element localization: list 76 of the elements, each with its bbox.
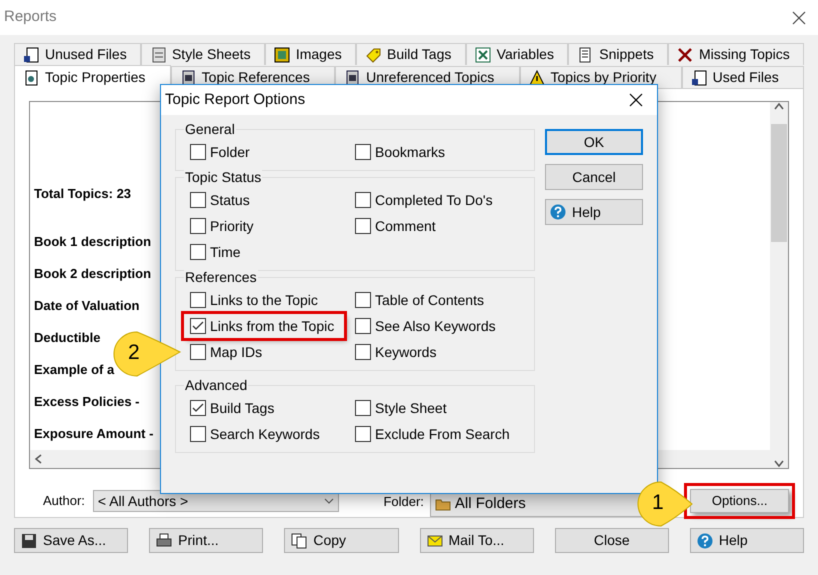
button[interactable]: Cancel	[545, 164, 643, 190]
envelope-icon	[426, 532, 443, 548]
report-line: Deductible	[34, 330, 100, 346]
report-total: Total Topics: 23	[34, 186, 132, 202]
button[interactable]: Save As...	[14, 528, 128, 553]
spreadsheet-icon	[474, 46, 491, 62]
button[interactable]: OK	[545, 129, 643, 155]
tab[interactable]: Unused Files	[14, 43, 141, 65]
checkbox[interactable]: Map IDs	[190, 340, 262, 364]
close-icon	[629, 93, 643, 107]
cross-icon	[676, 46, 693, 62]
document-icon	[180, 70, 196, 86]
checkbox[interactable]: Time	[190, 240, 241, 264]
tab[interactable]: Snippets	[568, 43, 668, 65]
group-title: General	[184, 121, 236, 137]
check-icon	[192, 403, 204, 413]
checkbox[interactable]: See Also Keywords	[355, 314, 496, 338]
checkbox[interactable]: Priority	[190, 214, 254, 238]
tab[interactable]: Variables	[466, 43, 568, 65]
help-icon	[550, 204, 566, 220]
report-line: Excess Policies -	[34, 394, 140, 410]
checkbox[interactable]: Keywords	[355, 340, 436, 364]
button[interactable]: Close	[554, 528, 669, 553]
tab[interactable]: Used Files	[682, 66, 804, 88]
callout-number: 1	[652, 491, 664, 515]
document-icon	[23, 46, 39, 62]
window-title: Reports	[4, 7, 57, 28]
document-icon	[344, 70, 360, 86]
document-icon	[690, 70, 707, 86]
close-icon	[792, 10, 806, 24]
tab[interactable]: Images	[264, 43, 356, 65]
checkbox[interactable]: Links from the Topic	[184, 314, 344, 338]
callout-number: 2	[128, 341, 140, 365]
author-label: Author:	[43, 492, 85, 510]
checkbox[interactable]: Status	[190, 188, 250, 212]
check-icon	[192, 321, 204, 331]
dialog-title: Topic Report Options	[165, 90, 306, 110]
document-icon	[23, 70, 39, 86]
group-title: Advanced	[184, 377, 248, 393]
checkbox[interactable]: Style Sheet	[355, 396, 447, 420]
checkbox[interactable]: Completed To Do's	[355, 188, 493, 212]
group-title: References	[184, 269, 258, 285]
picture-frame-icon	[274, 46, 290, 62]
folder-icon	[434, 498, 451, 510]
help-icon	[696, 532, 713, 548]
tab[interactable]: Missing Topics	[668, 43, 804, 65]
button[interactable]: Print...	[149, 528, 264, 553]
group-title: Topic Status	[184, 169, 262, 185]
report-line: Example of a	[34, 362, 114, 378]
report-line: Book 1 description	[34, 234, 152, 250]
notepad-icon	[577, 46, 594, 62]
checkbox[interactable]: Search Keywords	[190, 422, 320, 446]
document-icon	[150, 46, 166, 62]
checkbox[interactable]: Build Tags	[190, 396, 274, 420]
report-line: Exposure Amount -	[34, 426, 154, 442]
folder-label: Folder:	[383, 493, 424, 512]
report-line: Book 2 description	[34, 266, 152, 282]
copy-icon	[291, 532, 308, 548]
tab[interactable]: Style Sheets	[140, 43, 265, 65]
button[interactable]: Help	[690, 528, 804, 553]
tab[interactable]: Topic Properties	[14, 65, 171, 89]
scrollbar-thumb[interactable]	[771, 124, 787, 242]
checkbox[interactable]: Exclude From Search	[355, 422, 510, 446]
checkbox[interactable]: Bookmarks	[355, 140, 446, 164]
checkbox[interactable]: Links to the Topic	[190, 288, 318, 312]
printer-icon	[156, 532, 172, 548]
tab[interactable]: Build Tags	[356, 43, 466, 65]
button[interactable]: Copy	[284, 528, 399, 553]
checkbox[interactable]: Comment	[355, 214, 436, 238]
report-line: Date of Valuation	[34, 298, 140, 314]
checkbox[interactable]: Table of Contents	[355, 288, 484, 312]
checkbox[interactable]: Folder	[190, 140, 250, 164]
chevron-down-icon	[324, 498, 334, 504]
tag-icon	[365, 46, 382, 62]
button[interactable]: Mail To...	[420, 528, 534, 553]
button[interactable]: Help	[545, 199, 643, 225]
